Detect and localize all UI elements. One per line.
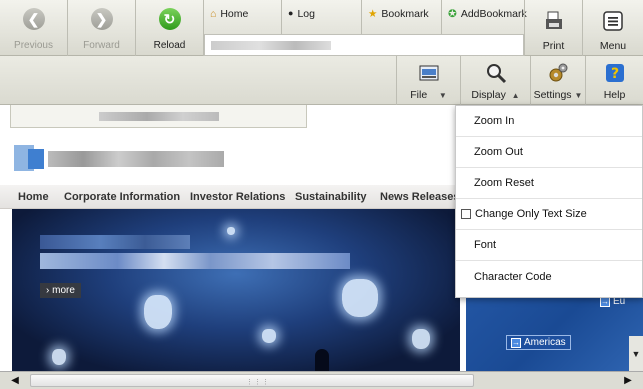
tab-add-bookmark[interactable]: ✪ AddBookmark bbox=[442, 0, 528, 34]
reload-label: Reload bbox=[153, 40, 186, 51]
url-text bbox=[211, 41, 331, 50]
forward-arrow-icon: ❯ bbox=[90, 8, 113, 30]
gear-icon bbox=[549, 63, 568, 82]
lantern bbox=[412, 329, 430, 349]
lantern bbox=[52, 349, 66, 365]
scroll-right-icon[interactable]: ▶ bbox=[613, 372, 643, 389]
menu-item-font[interactable]: Font bbox=[456, 230, 642, 261]
site-logo[interactable] bbox=[14, 145, 224, 171]
tab-log-label: Log bbox=[297, 8, 315, 20]
dropdown-up-arrow-icon: ▲ bbox=[511, 91, 520, 100]
display-menu: Zoom In Zoom Out Zoom Reset Change Only … bbox=[455, 105, 643, 298]
hero-banner: › more bbox=[12, 209, 460, 371]
display-label: Display ▲ bbox=[471, 89, 520, 101]
nav-corporate-information[interactable]: Corporate Information bbox=[64, 191, 180, 203]
lantern bbox=[342, 279, 378, 317]
settings-button[interactable]: Settings ▼ bbox=[530, 56, 585, 105]
tab-add-bookmark-label: AddBookmark bbox=[460, 8, 527, 20]
checkbox[interactable] bbox=[461, 209, 471, 219]
menu-item-label: Change Only Text Size bbox=[475, 208, 587, 220]
logo-mark-dark bbox=[28, 149, 44, 169]
reload-icon: ↻ bbox=[158, 8, 181, 30]
menu-item-zoom-reset[interactable]: Zoom Reset bbox=[456, 168, 642, 199]
forward-button[interactable]: ❯ Forward bbox=[68, 0, 136, 56]
menu-item-zoom-out[interactable]: Zoom Out bbox=[456, 137, 642, 168]
svg-text:?: ? bbox=[610, 66, 618, 82]
hero-headline bbox=[40, 235, 190, 249]
settings-label: Settings ▼ bbox=[533, 89, 583, 101]
nav-sustainability[interactable]: Sustainability bbox=[295, 191, 367, 203]
previous-label: Previous bbox=[14, 40, 53, 51]
bookmark-icon: ★ bbox=[368, 8, 378, 20]
menu-button[interactable]: Menu bbox=[582, 0, 643, 56]
arrow-link-icon: → bbox=[600, 297, 610, 307]
hero-subheadline bbox=[40, 253, 350, 269]
print-label: Print bbox=[542, 40, 565, 52]
map-americas-link[interactable]: → Americas bbox=[506, 335, 571, 350]
display-button[interactable]: Display ▲ bbox=[460, 56, 530, 105]
magnifier-icon bbox=[486, 64, 506, 84]
tab-log[interactable]: ● Log bbox=[282, 0, 362, 34]
file-label: File ▼ bbox=[410, 89, 447, 101]
nav-news-releases[interactable]: News Releases bbox=[380, 191, 460, 203]
print-button[interactable]: Print bbox=[524, 0, 582, 56]
silhouette bbox=[315, 349, 329, 371]
dropdown-arrow-icon: ▼ bbox=[574, 91, 583, 100]
nav-investor-relations[interactable]: Investor Relations bbox=[190, 191, 285, 203]
log-icon: ● bbox=[288, 8, 294, 18]
tab-bookmark-label: Bookmark bbox=[381, 8, 429, 20]
logo-text bbox=[48, 151, 224, 167]
menu-item-change-only-text-size[interactable]: Change Only Text Size bbox=[456, 199, 642, 230]
url-bar[interactable] bbox=[204, 34, 524, 56]
menu-item-character-code[interactable]: Character Code bbox=[456, 261, 642, 292]
home-icon: ⌂ bbox=[210, 8, 217, 20]
bookmark-tabs: ⌂ Home ● Log ★ Bookmark ✪ AddBookmark bbox=[204, 0, 527, 34]
tab-home-label: Home bbox=[220, 8, 249, 20]
page-tab-text bbox=[99, 112, 219, 121]
previous-button[interactable]: ❮ Previous bbox=[0, 0, 68, 56]
scroll-left-icon[interactable]: ◀ bbox=[0, 372, 30, 389]
nav-home[interactable]: Home bbox=[18, 191, 49, 203]
browser-window: ❮ Previous ❯ Forward ↻ Reload ⌂ Home ● L… bbox=[0, 0, 643, 389]
world-map-panel: → Eu → Americas bbox=[466, 288, 643, 371]
top-toolbar: ❮ Previous ❯ Forward ↻ Reload ⌂ Home ● L… bbox=[0, 0, 643, 56]
forward-label: Forward bbox=[83, 40, 120, 51]
menu-icon bbox=[603, 11, 623, 31]
help-label: Help bbox=[603, 89, 626, 101]
scroll-down-icon[interactable]: ▼ bbox=[629, 349, 643, 361]
grip-icon: ⋮⋮⋮ bbox=[246, 379, 270, 386]
more-link[interactable]: › more bbox=[40, 283, 81, 298]
dropdown-arrow-icon: ▼ bbox=[438, 91, 447, 100]
lantern bbox=[262, 329, 276, 343]
menu-label: Menu bbox=[599, 40, 627, 52]
tools-toolbar: File ▼ Display ▲ Settings ▼ ? Help bbox=[0, 56, 643, 105]
help-icon: ? bbox=[605, 64, 624, 82]
lantern bbox=[227, 227, 235, 235]
file-icon bbox=[419, 65, 438, 81]
arrow-link-icon: → bbox=[511, 338, 521, 348]
horizontal-scrollbar[interactable]: ◀ ⋮⋮⋮ ▶ bbox=[0, 371, 643, 389]
scroll-thumb[interactable]: ⋮⋮⋮ bbox=[30, 374, 474, 387]
print-icon bbox=[545, 11, 562, 29]
menu-item-zoom-in[interactable]: Zoom In bbox=[456, 106, 642, 137]
page-top-tab[interactable] bbox=[10, 105, 307, 128]
file-button[interactable]: File ▼ bbox=[396, 56, 460, 105]
site-nav: Home Corporate Information Investor Rela… bbox=[0, 185, 460, 209]
lantern bbox=[144, 295, 172, 329]
vertical-scrollbar[interactable]: ▼ bbox=[629, 336, 643, 371]
tab-bookmark[interactable]: ★ Bookmark bbox=[362, 0, 442, 34]
add-bookmark-icon: ✪ bbox=[448, 8, 457, 20]
help-button[interactable]: ? Help bbox=[585, 56, 643, 105]
reload-button[interactable]: ↻ Reload bbox=[136, 0, 204, 56]
tab-home[interactable]: ⌂ Home bbox=[204, 0, 282, 34]
back-arrow-icon: ❮ bbox=[22, 8, 45, 30]
